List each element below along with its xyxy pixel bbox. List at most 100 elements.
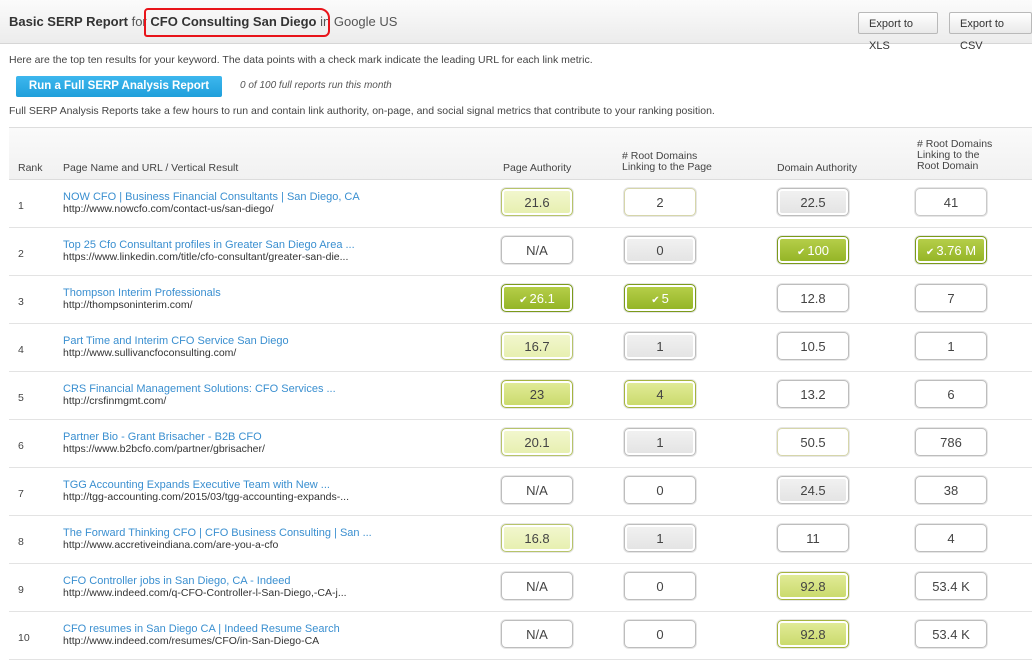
root-domains-root-value: 6	[947, 387, 955, 402]
page-authority-value: 21.6	[524, 195, 550, 210]
result-title-link[interactable]: The Forward Thinking CFO | CFO Business …	[63, 527, 372, 539]
col-page: Page Name and URL / Vertical Result	[63, 162, 239, 174]
result-title-link[interactable]: Thompson Interim Professionals	[63, 287, 221, 299]
domain-authority-cell: 92.8	[777, 572, 849, 600]
export-xls-button[interactable]: Export to XLS	[858, 12, 938, 52]
row-rank: 8	[18, 536, 24, 548]
result-title-link[interactable]: Top 25 Cfo Consultant profiles in Greate…	[63, 239, 355, 251]
check-circle-icon: ✔	[925, 247, 935, 258]
result-url: http://www.sullivancfoconsulting.com/	[63, 347, 237, 359]
root-domains-page-value: 1	[656, 339, 664, 354]
root-domains-page-cell: 1	[624, 524, 696, 552]
row-rank: 5	[18, 392, 24, 404]
page-authority-value: N/A	[526, 243, 548, 258]
domain-authority-value: 11	[806, 531, 820, 546]
page-authority-cell: N/A	[501, 572, 573, 600]
domain-authority-value: 10.5	[800, 339, 826, 354]
col-page-authority: Page Authority	[503, 162, 572, 174]
run-full-serp-button[interactable]: Run a Full SERP Analysis Report	[16, 76, 222, 97]
domain-authority-value: 92.8	[800, 579, 826, 594]
root-domains-page-value: 2	[656, 195, 664, 210]
row-rank: 3	[18, 296, 24, 308]
root-domains-root-value: 4	[947, 531, 955, 546]
report-title: Basic SERP Report for CFO Consulting San…	[9, 8, 397, 37]
col-root-domains-root-line3: Root Domain	[917, 160, 979, 172]
result-url: http://www.accretiveindiana.com/are-you-…	[63, 539, 279, 551]
export-csv-button[interactable]: Export to CSV	[949, 12, 1032, 52]
root-domains-root-value: 53.4 K	[932, 627, 970, 642]
result-url: https://www.linkedin.com/title/cfo-consu…	[63, 251, 349, 263]
domain-authority-cell: 92.8	[777, 620, 849, 648]
domain-authority-value: 92.8	[800, 627, 826, 642]
table-row: 5 CRS Financial Management Solutions: CF…	[9, 372, 1032, 420]
root-domains-page-value: 0	[656, 243, 664, 258]
row-rank: 2	[18, 248, 24, 260]
root-domains-root-cell: 1	[915, 332, 987, 360]
result-url: http://www.nowcfo.com/contact-us/san-die…	[63, 203, 274, 215]
root-domains-page-value: 0	[656, 579, 664, 594]
reports-run-note: 0 of 100 full reports run this month	[240, 80, 392, 91]
root-domains-page-cell: 4	[624, 380, 696, 408]
root-domains-root-cell: 53.4 K	[915, 620, 987, 648]
page-authority-cell: 16.8	[501, 524, 573, 552]
root-domains-page-cell: 0	[624, 572, 696, 600]
root-domains-root-value: 41	[943, 195, 959, 210]
domain-authority-cell: 11	[777, 524, 849, 552]
page-authority-cell: N/A	[501, 236, 573, 264]
result-url: https://www.b2bcfo.com/partner/gbrisache…	[63, 443, 265, 455]
result-url: http://thompsoninterim.com/	[63, 299, 193, 311]
report-header: Basic SERP Report for CFO Consulting San…	[0, 0, 1032, 52]
root-domains-root-cell: 4	[915, 524, 987, 552]
page-authority-value: 23	[529, 387, 545, 402]
col-root-domains-root: # Root Domains Linking to the Root Domain	[917, 139, 992, 172]
page-authority-cell: N/A	[501, 620, 573, 648]
root-domains-page-cell: 1	[624, 332, 696, 360]
report-keyword: CFO Consulting San Diego	[144, 8, 331, 37]
root-domains-root-value: 786	[940, 435, 962, 450]
root-domains-root-value: 3.76 M	[936, 243, 977, 258]
page-authority-cell: 16.7	[501, 332, 573, 360]
table-row: 9 CFO Controller jobs in San Diego, CA -…	[9, 564, 1032, 612]
table-row: 8 The Forward Thinking CFO | CFO Busines…	[9, 516, 1032, 564]
result-title-link[interactable]: CRS Financial Management Solutions: CFO …	[63, 383, 336, 395]
root-domains-root-cell: ✔ 3.76 M	[915, 236, 987, 264]
domain-authority-value: 24.5	[800, 483, 826, 498]
result-title-link[interactable]: NOW CFO | Business Financial Consultants…	[63, 191, 360, 203]
report-title-main: Basic SERP Report	[9, 14, 128, 29]
root-domains-page-cell: ✔ 5	[624, 284, 696, 312]
table-row: 4 Part Time and Interim CFO Service San …	[9, 324, 1032, 372]
serp-table: Rank Page Name and URL / Vertical Result…	[9, 127, 1032, 660]
result-title-link[interactable]: CFO resumes in San Diego CA | Indeed Res…	[63, 623, 340, 635]
domain-authority-value: 50.5	[800, 435, 826, 450]
page-authority-cell: ✔ 26.1	[501, 284, 573, 312]
col-root-domains-page: # Root Domains Linking to the Page	[622, 151, 712, 173]
domain-authority-cell: 50.5	[777, 428, 849, 456]
check-circle-icon: ✔	[796, 247, 806, 258]
root-domains-page-value: 5	[661, 291, 669, 306]
page-authority-cell: N/A	[501, 476, 573, 504]
result-title-link[interactable]: Part Time and Interim CFO Service San Di…	[63, 335, 289, 347]
page-authority-value: N/A	[526, 627, 548, 642]
page-authority-value: 16.7	[524, 339, 550, 354]
root-domains-root-value: 38	[943, 483, 959, 498]
result-title-link[interactable]: Partner Bio - Grant Brisacher - B2B CFO	[63, 431, 262, 443]
col-domain-authority: Domain Authority	[777, 162, 857, 174]
table-header: Rank Page Name and URL / Vertical Result…	[9, 128, 1032, 180]
table-row: 6 Partner Bio - Grant Brisacher - B2B CF…	[9, 420, 1032, 468]
result-title-link[interactable]: TGG Accounting Expands Executive Team wi…	[63, 479, 330, 491]
table-row: 1 NOW CFO | Business Financial Consultan…	[9, 180, 1032, 228]
result-title-link[interactable]: CFO Controller jobs in San Diego, CA - I…	[63, 575, 290, 587]
page-authority-value: 16.8	[524, 531, 550, 546]
col-rank: Rank	[18, 162, 43, 174]
root-domains-page-cell: 0	[624, 476, 696, 504]
domain-authority-cell: 22.5	[777, 188, 849, 216]
row-rank: 4	[18, 344, 24, 356]
page-authority-value: N/A	[526, 579, 548, 594]
table-row: 10 CFO resumes in San Diego CA | Indeed …	[9, 612, 1032, 660]
table-row: 7 TGG Accounting Expands Executive Team …	[9, 468, 1032, 516]
row-rank: 10	[18, 632, 30, 644]
root-domains-root-cell: 38	[915, 476, 987, 504]
domain-authority-cell: 24.5	[777, 476, 849, 504]
root-domains-page-value: 1	[656, 435, 664, 450]
root-domains-root-cell: 6	[915, 380, 987, 408]
